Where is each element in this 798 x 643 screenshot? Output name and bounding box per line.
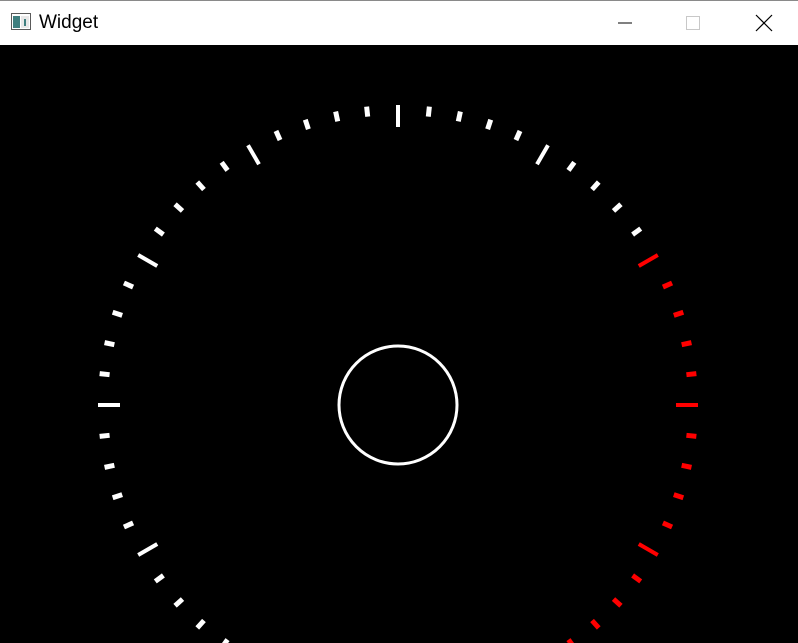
- minor-tick: [333, 111, 341, 122]
- minor-tick: [590, 618, 601, 630]
- minimize-icon: [618, 22, 632, 24]
- minor-tick: [686, 371, 697, 378]
- close-icon: [755, 14, 773, 32]
- minor-tick: [673, 492, 685, 501]
- close-button[interactable]: [730, 1, 798, 45]
- minor-tick: [153, 573, 165, 584]
- minor-tick: [364, 106, 371, 117]
- center-ring: [337, 344, 459, 466]
- minor-tick: [661, 280, 674, 290]
- minor-tick: [513, 129, 523, 142]
- minor-tick: [611, 202, 623, 213]
- minor-tick: [221, 638, 230, 643]
- major-tick: [535, 144, 550, 166]
- minor-tick: [681, 340, 692, 348]
- title-bar[interactable]: Widget: [0, 0, 798, 45]
- minor-tick: [455, 111, 463, 122]
- minor-tick: [111, 309, 123, 318]
- app-icon: [11, 13, 31, 30]
- minor-tick: [425, 106, 432, 117]
- minor-tick: [99, 371, 110, 378]
- major-tick: [137, 253, 159, 268]
- widget-canvas: [0, 45, 798, 643]
- minor-tick: [566, 160, 577, 172]
- minor-tick: [173, 202, 185, 213]
- minor-tick: [686, 432, 697, 439]
- minor-tick: [153, 226, 165, 237]
- minor-tick: [273, 129, 283, 142]
- major-tick: [246, 144, 261, 166]
- minor-tick: [631, 226, 643, 237]
- minor-tick: [611, 597, 623, 608]
- minor-tick: [485, 118, 494, 130]
- major-tick: [137, 542, 159, 557]
- minor-tick: [122, 520, 135, 530]
- maximize-icon: [686, 16, 700, 30]
- major-tick: [637, 542, 659, 557]
- minor-tick: [590, 180, 601, 192]
- minimize-button[interactable]: [591, 1, 659, 45]
- maximize-button[interactable]: [659, 1, 727, 45]
- minor-tick: [661, 520, 674, 530]
- minor-tick: [219, 160, 230, 172]
- gauge-dial: [98, 105, 698, 643]
- minor-tick: [111, 492, 123, 501]
- minor-tick: [195, 180, 206, 192]
- minor-tick: [302, 118, 311, 130]
- minor-tick: [104, 462, 115, 470]
- minor-tick: [173, 597, 185, 608]
- gauge-ticks: [98, 105, 698, 643]
- minor-tick: [673, 309, 685, 318]
- minor-tick: [104, 340, 115, 348]
- minor-tick: [566, 638, 575, 643]
- minor-tick: [99, 432, 110, 439]
- minor-tick: [631, 573, 643, 584]
- app-window: Widget: [0, 0, 798, 643]
- minor-tick: [195, 618, 206, 630]
- minor-tick: [681, 462, 692, 470]
- window-title: Widget: [39, 12, 99, 33]
- major-tick: [637, 253, 659, 268]
- minor-tick: [122, 280, 135, 290]
